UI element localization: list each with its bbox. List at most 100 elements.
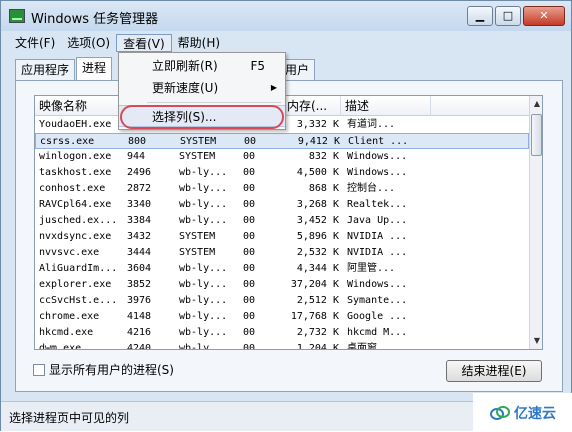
process-description: 有道词... xyxy=(347,119,396,130)
table-row[interactable]: nvvsvc.exe 3444 SYSTEM 00 2,532 K NVIDIA ... xyxy=(35,245,529,261)
menu-item-update-speed[interactable]: 更新速度(U) ▶ xyxy=(119,77,285,99)
process-pid: 3604 xyxy=(127,263,152,274)
process-memory: 832 K xyxy=(308,151,339,162)
menu-help[interactable]: 帮助(H) xyxy=(172,34,226,52)
table-row[interactable]: explorer.exe 3852 wb-ly... 00 37,204 K Window… xyxy=(35,277,529,293)
tab-processes[interactable]: 进程 xyxy=(76,57,113,80)
process-user: SYSTEM xyxy=(179,151,216,162)
scroll-up-icon[interactable]: ▲ xyxy=(530,96,542,112)
process-cpu: 00 xyxy=(243,183,256,194)
close-button[interactable]: ✕ xyxy=(523,6,565,26)
table-row[interactable]: AliGuardIm... 3604 wb-ly... 00 4,344 K 阿里管... xyxy=(35,261,529,277)
minimize-button[interactable]: ▁ xyxy=(467,6,493,26)
process-pid: 2872 xyxy=(127,183,152,194)
process-user: wb-ly... xyxy=(179,167,228,178)
process-pid: 3432 xyxy=(127,231,152,242)
process-user: wb-ly... xyxy=(179,311,228,322)
watermark-text: 亿速云 xyxy=(514,405,556,422)
show-all-users-checkbox[interactable] xyxy=(33,363,45,376)
scroll-down-icon[interactable]: ▼ xyxy=(530,333,542,349)
process-user: wb-ly... xyxy=(179,199,228,210)
process-name: YoudaoEH.exe xyxy=(39,119,112,130)
process-memory: 1,204 K xyxy=(296,343,339,350)
refresh-now-label: 立即刷新(R) xyxy=(152,59,218,73)
header-image-name[interactable]: 映像名称 xyxy=(35,96,123,116)
show-all-users-option[interactable]: 显示所有用户的进程(S) xyxy=(33,361,174,378)
menu-file[interactable]: 文件(F) xyxy=(9,34,61,52)
process-user: wb-ly... xyxy=(179,327,228,338)
process-cpu: 00 xyxy=(243,327,256,338)
process-name: csrss.exe xyxy=(40,136,95,147)
scroll-thumb[interactable] xyxy=(531,114,542,156)
process-user: wb-ly... xyxy=(179,183,228,194)
header-memory[interactable]: 内存(... xyxy=(283,96,341,116)
process-memory: 3,332 K xyxy=(296,119,339,130)
process-memory: 2,732 K xyxy=(296,327,339,338)
process-user: wb-ly... xyxy=(179,263,228,274)
process-memory: 2,512 K xyxy=(296,295,339,306)
process-user: wb-ly... xyxy=(179,295,228,306)
menu-view[interactable]: 查看(V) xyxy=(116,34,172,52)
table-row[interactable]: dwm.exe 4240 wb-ly... 00 1,204 K 桌面窗... xyxy=(35,341,529,350)
process-cpu: 00 xyxy=(243,151,256,162)
menu-separator xyxy=(147,102,281,103)
process-name: AliGuardIm... xyxy=(39,263,118,274)
process-memory: 2,532 K xyxy=(296,247,339,258)
process-description: Windows... xyxy=(347,167,408,178)
process-name: nvvsvc.exe xyxy=(39,247,100,258)
process-user: SYSTEM xyxy=(179,231,216,242)
process-pid: 3340 xyxy=(127,199,152,210)
process-cpu: 00 xyxy=(243,279,256,290)
process-name: ccSvcHst.e... xyxy=(39,295,118,306)
tab-strip: 应用程序 进程 xyxy=(15,57,113,80)
process-description: Symante... xyxy=(347,295,408,306)
table-row[interactable]: nvxdsync.exe 3432 SYSTEM 00 5,896 K NVIDIA ..… xyxy=(35,229,529,245)
process-name: nvxdsync.exe xyxy=(39,231,112,242)
process-list[interactable]: 映像名称 内存(... 描述 YoudaoEH.exe wb-ly... 3,332… xyxy=(34,95,543,350)
end-process-button[interactable]: 结束进程(E) xyxy=(446,360,542,382)
process-description: Java Up... xyxy=(347,215,408,226)
process-description: NVIDIA ... xyxy=(347,231,408,242)
process-pid: 3444 xyxy=(127,247,152,258)
process-cpu: 00 xyxy=(243,263,256,274)
table-row[interactable]: RAVCpl64.exe 3340 wb-ly... 00 3,268 K Realtek… xyxy=(35,197,529,213)
status-text: 选择进程页中可见的列 xyxy=(9,411,130,425)
task-manager-window: Windows 任务管理器 ▁ □ ✕ 文件(F) 选项(O) 查看(V) 帮助… xyxy=(0,0,572,432)
process-cpu: 00 xyxy=(243,247,256,258)
menu-bar: 文件(F) 选项(O) 查看(V) 帮助(H) xyxy=(9,34,226,52)
menu-item-refresh-now[interactable]: 立即刷新(R) F5 xyxy=(119,55,285,77)
table-row[interactable]: conhost.exe 2872 wb-ly... 00 868 K 控制台... xyxy=(35,181,529,197)
process-description: 阿里管... xyxy=(347,263,396,274)
process-cpu: 00 xyxy=(243,343,256,350)
table-row[interactable]: chrome.exe 4148 wb-ly... 00 17,768 K Google .… xyxy=(35,309,529,325)
table-row[interactable]: ccSvcHst.e... 3976 wb-ly... 00 2,512 K Symant… xyxy=(35,293,529,309)
process-pid: 3384 xyxy=(127,215,152,226)
process-cpu: 00 xyxy=(243,295,256,306)
table-row[interactable]: winlogon.exe 944 SYSTEM 00 832 K Windows... xyxy=(35,149,529,165)
process-pid: 2496 xyxy=(127,167,152,178)
header-description[interactable]: 描述 xyxy=(341,96,431,116)
process-name: jusched.ex... xyxy=(39,215,118,226)
cloud-logo-icon xyxy=(490,405,510,420)
vertical-scrollbar[interactable]: ▲ ▼ xyxy=(529,96,542,349)
menu-options[interactable]: 选项(O) xyxy=(61,34,116,52)
process-cpu: 00 xyxy=(243,231,256,242)
process-name: chrome.exe xyxy=(39,311,100,322)
table-row[interactable]: taskhost.exe 2496 wb-ly... 00 4,500 K Windows… xyxy=(35,165,529,181)
process-user: SYSTEM xyxy=(179,247,216,258)
process-user: wb-ly... xyxy=(179,215,228,226)
process-user: SYSTEM xyxy=(180,136,217,147)
table-row[interactable]: csrss.exe 800 SYSTEM 00 9,412 K Client ... xyxy=(35,133,529,149)
process-name: taskhost.exe xyxy=(39,167,112,178)
refresh-shortcut: F5 xyxy=(250,59,265,73)
title-bar[interactable]: Windows 任务管理器 ▁ □ ✕ xyxy=(1,1,571,31)
submenu-arrow-icon: ▶ xyxy=(270,83,277,92)
maximize-button[interactable]: □ xyxy=(495,6,521,26)
process-description: NVIDIA ... xyxy=(347,247,408,258)
tab-applications[interactable]: 应用程序 xyxy=(15,59,76,80)
process-memory: 17,768 K xyxy=(290,311,339,322)
table-row[interactable]: jusched.ex... 3384 wb-ly... 00 3,452 K Java U… xyxy=(35,213,529,229)
process-description: Windows... xyxy=(347,279,408,290)
process-memory: 4,344 K xyxy=(296,263,339,274)
table-row[interactable]: hkcmd.exe 4216 wb-ly... 00 2,732 K hkcmd M... xyxy=(35,325,529,341)
